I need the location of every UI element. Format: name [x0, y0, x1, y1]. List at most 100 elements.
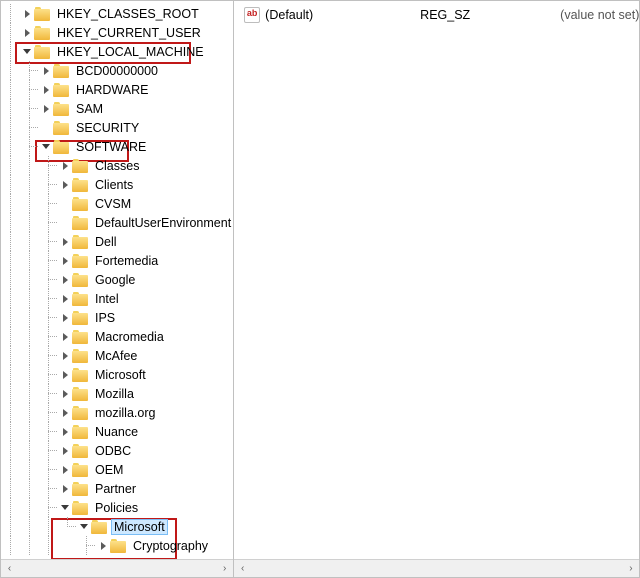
tree-label: SECURITY: [74, 121, 141, 135]
tree-item-microsoft[interactable]: Microsoft: [1, 365, 233, 384]
folder-icon: [72, 159, 88, 173]
tree-label: HARDWARE: [74, 83, 150, 97]
expander-icon[interactable]: [58, 308, 72, 327]
registry-editor-panes: HKEY_CLASSES_ROOT HKEY_CURRENT_USER HKEY…: [0, 0, 640, 578]
folder-icon: [53, 140, 69, 154]
value-type: REG_SZ: [420, 8, 560, 22]
registry-tree: HKEY_CLASSES_ROOT HKEY_CURRENT_USER HKEY…: [1, 1, 233, 555]
tree-item-clients[interactable]: Clients: [1, 175, 233, 194]
expander-icon[interactable]: [77, 517, 91, 536]
tree-label: Google: [93, 273, 137, 287]
tree-label: SAM: [74, 102, 105, 116]
tree-item-cryptography[interactable]: Cryptography: [1, 536, 233, 555]
folder-icon: [34, 7, 50, 21]
values-body[interactable]: ab (Default) REG_SZ (value not set): [234, 1, 639, 559]
tree-item-sam[interactable]: SAM: [1, 99, 233, 118]
tree-item-intel[interactable]: Intel: [1, 289, 233, 308]
expander-icon[interactable]: [58, 156, 72, 175]
expander-icon[interactable]: [20, 42, 34, 61]
folder-icon: [72, 273, 88, 287]
value-row-default[interactable]: ab (Default) REG_SZ (value not set): [234, 1, 639, 25]
tree-item-due[interactable]: DefaultUserEnvironment: [1, 213, 233, 232]
tree-item-mcafee[interactable]: McAfee: [1, 346, 233, 365]
folder-icon: [53, 121, 69, 135]
expander-icon[interactable]: [39, 80, 53, 99]
folder-icon: [72, 330, 88, 344]
expander-icon[interactable]: [20, 23, 34, 42]
tree-label: HKEY_CURRENT_USER: [55, 26, 203, 40]
expander-icon[interactable]: [58, 422, 72, 441]
tree-label: HKEY_CLASSES_ROOT: [55, 7, 201, 21]
expander-icon[interactable]: [39, 99, 53, 118]
folder-icon: [72, 406, 88, 420]
scroll-left-icon[interactable]: ‹: [1, 560, 18, 577]
expander-icon[interactable]: [58, 498, 72, 517]
scroll-right-icon[interactable]: ›: [622, 560, 639, 577]
tree-item-policies-microsoft[interactable]: Microsoft: [1, 517, 233, 536]
tree-item-classes[interactable]: Classes: [1, 156, 233, 175]
tree-item-nuance[interactable]: Nuance: [1, 422, 233, 441]
expander-icon[interactable]: [58, 460, 72, 479]
scroll-left-icon[interactable]: ‹: [234, 560, 251, 577]
tree-item-ips[interactable]: IPS: [1, 308, 233, 327]
tree-item-partner[interactable]: Partner: [1, 479, 233, 498]
tree-body[interactable]: HKEY_CLASSES_ROOT HKEY_CURRENT_USER HKEY…: [1, 1, 233, 559]
tree-item-dell[interactable]: Dell: [1, 232, 233, 251]
scroll-right-icon[interactable]: ›: [216, 560, 233, 577]
tree-item-google[interactable]: Google: [1, 270, 233, 289]
tree-item-policies[interactable]: Policies: [1, 498, 233, 517]
tree-item-hkcr[interactable]: HKEY_CLASSES_ROOT: [1, 4, 233, 23]
folder-icon: [72, 463, 88, 477]
tree-item-bcd[interactable]: BCD00000000: [1, 61, 233, 80]
scroll-track[interactable]: [18, 560, 216, 577]
tree-item-mozillaorg[interactable]: mozilla.org: [1, 403, 233, 422]
folder-icon: [53, 102, 69, 116]
expander-icon[interactable]: [58, 384, 72, 403]
expander-icon[interactable]: [39, 137, 53, 156]
tree-label: mozilla.org: [93, 406, 157, 420]
scroll-track[interactable]: [251, 560, 622, 577]
expander-icon[interactable]: [58, 479, 72, 498]
value-data: (value not set): [560, 8, 639, 22]
expander-icon[interactable]: [58, 270, 72, 289]
folder-icon: [72, 311, 88, 325]
expander-icon[interactable]: [58, 327, 72, 346]
expander-icon[interactable]: [58, 403, 72, 422]
expander-icon[interactable]: [58, 251, 72, 270]
expander-icon[interactable]: [58, 289, 72, 308]
folder-icon: [72, 235, 88, 249]
expander-icon[interactable]: [58, 346, 72, 365]
tree-label: Classes: [93, 159, 141, 173]
expander-icon[interactable]: [58, 365, 72, 384]
folder-icon: [72, 349, 88, 363]
expander-icon[interactable]: [58, 232, 72, 251]
values-pane: ab (Default) REG_SZ (value not set) ‹ ›: [234, 1, 639, 577]
expander-icon[interactable]: [58, 441, 72, 460]
expander-icon[interactable]: [20, 4, 34, 23]
folder-icon: [72, 501, 88, 515]
tree-item-hkcu[interactable]: HKEY_CURRENT_USER: [1, 23, 233, 42]
expander-icon[interactable]: [58, 175, 72, 194]
expander-icon[interactable]: [96, 536, 110, 555]
tree-label: Dell: [93, 235, 119, 249]
tree-label: Policies: [93, 501, 140, 515]
tree-item-odbc[interactable]: ODBC: [1, 441, 233, 460]
tree-item-cvsm[interactable]: CVSM: [1, 194, 233, 213]
tree-pane: HKEY_CLASSES_ROOT HKEY_CURRENT_USER HKEY…: [1, 1, 234, 577]
values-hscrollbar[interactable]: ‹ ›: [234, 559, 639, 577]
tree-label: Cryptography: [131, 539, 210, 553]
tree-item-oem[interactable]: OEM: [1, 460, 233, 479]
tree-item-macromedia[interactable]: Macromedia: [1, 327, 233, 346]
tree-label: Microsoft: [112, 520, 167, 534]
tree-item-hklm[interactable]: HKEY_LOCAL_MACHINE: [1, 42, 233, 61]
tree-item-mozilla[interactable]: Mozilla: [1, 384, 233, 403]
folder-icon: [34, 45, 50, 59]
tree-item-fortemedia[interactable]: Fortemedia: [1, 251, 233, 270]
tree-item-software[interactable]: SOFTWARE: [1, 137, 233, 156]
tree-hscrollbar[interactable]: ‹ ›: [1, 559, 233, 577]
tree-item-security[interactable]: SECURITY: [1, 118, 233, 137]
folder-icon: [72, 254, 88, 268]
folder-icon: [91, 520, 107, 534]
expander-icon[interactable]: [39, 61, 53, 80]
tree-item-hardware[interactable]: HARDWARE: [1, 80, 233, 99]
